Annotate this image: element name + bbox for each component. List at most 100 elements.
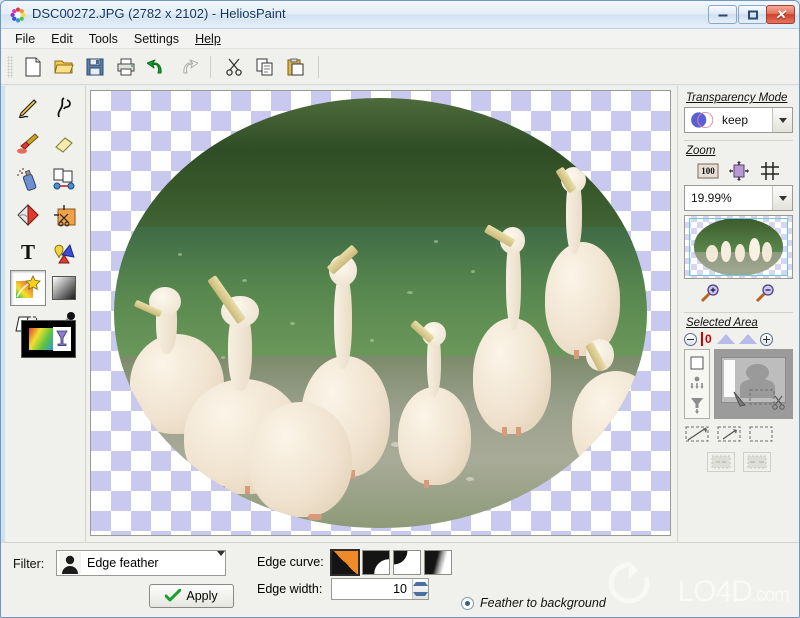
redo-icon[interactable] [172,52,203,82]
edge-width-label: Edge width: [257,582,323,596]
menu-item-help[interactable]: Help [187,30,229,48]
tool-palette: T [1,86,86,542]
new-file-icon[interactable] [17,52,48,82]
fit-to-window-icon[interactable] [725,160,753,182]
decrease-button[interactable] [684,332,697,346]
apply-button[interactable]: Apply [149,584,234,608]
sa-add-icon[interactable] [686,373,708,394]
toolbar-grip[interactable] [7,55,13,78]
filter-label: Filter: [13,557,45,571]
chevron-down-icon-zoom[interactable] [772,186,792,210]
menu-item-edit[interactable]: Edit [43,30,81,48]
zoom-in-icon[interactable] [694,283,728,305]
sa-replace-icon[interactable] [686,352,708,373]
menu-bar: File Edit Tools Settings Help [1,29,799,49]
transparency-mode-title: Transparency Mode [686,92,788,104]
selected-area-stepper: 0 [684,332,793,346]
grid-icon[interactable] [756,160,784,182]
copy-icon[interactable] [249,52,280,82]
sa-shrink-icon[interactable] [706,452,735,472]
sa-invert-icon[interactable] [684,424,712,444]
edge-width-stepper[interactable] [412,579,428,599]
eraser-tool[interactable] [46,126,82,162]
zoom-level-select[interactable]: 19.99% [684,185,793,211]
undo-icon[interactable] [141,52,172,82]
menu-item-file[interactable]: File [7,30,43,48]
curve-ease-out[interactable] [362,550,390,575]
apply-label: Apply [186,589,218,603]
main-toolbar [1,49,799,85]
close-button[interactable]: ✕ [766,5,795,24]
menu-item-tools[interactable]: Tools [81,30,126,48]
cut-icon[interactable] [218,52,249,82]
edge-curve-options [330,549,452,576]
transparency-mode-value: keep [722,113,749,127]
crop-cut-tool[interactable] [46,198,82,234]
paintbrush-tool[interactable] [10,126,46,162]
person-silhouette-icon [59,552,81,574]
toolbar-separator [210,55,211,78]
overlap-circles-icon [691,111,714,129]
gradient-fill-tool[interactable] [10,198,46,234]
shapes-tool[interactable] [46,234,82,270]
clone-stamp-tool[interactable] [46,162,82,198]
text-tool[interactable]: T [10,234,46,270]
gradient-tool[interactable] [46,270,82,306]
thumbnail-viewport-rect [689,218,788,276]
radio-label-1: Feather to background [480,596,606,610]
effects-wand-tool[interactable] [10,270,46,306]
image-content [114,97,647,529]
brush-stroke-tool[interactable] [46,90,82,126]
toolbar-separator-2 [318,55,319,78]
chevron-down-icon-filter[interactable] [217,551,225,575]
radio-feather-to-background[interactable]: Feather to background [461,596,606,610]
green-check-icon [165,589,182,602]
application-window: DSC00272.JPG (2782 x 2102) - HeliosPaint… [0,0,800,618]
zoom-out-icon[interactable] [749,283,783,305]
filter-select[interactable]: Edge feather [56,550,226,576]
color-swatch[interactable] [21,320,76,358]
curve-s[interactable] [424,550,452,575]
workspace: T Transparency Mode keep Zoom 100 19.99%… [1,86,799,542]
edge-curve-label: Edge curve: [257,555,324,569]
print-icon[interactable] [110,52,141,82]
maximize-button[interactable] [738,5,767,24]
zoom-magnifier-row [684,283,793,305]
save-icon[interactable] [79,52,110,82]
zoom-preview-thumbnail[interactable] [684,215,793,279]
divider-2 [684,312,793,313]
sa-selectall-icon[interactable] [748,424,776,444]
paste-icon[interactable] [280,52,311,82]
curve-ease-in[interactable] [393,550,421,575]
selected-area-extra-row [684,452,793,472]
layer-marker-icon [716,334,735,344]
zoom-title: Zoom [686,145,716,157]
selected-area-preview[interactable] [714,349,793,419]
menu-item-settings[interactable]: Settings [126,30,187,48]
layer-marker-icon-2 [738,334,757,344]
stepper-down[interactable] [413,589,428,599]
window-title: DSC00272.JPG (2782 x 2102) - HeliosPaint [32,6,286,21]
stepper-up[interactable] [413,579,428,589]
pencil-tool[interactable] [10,90,46,126]
radio-button-1[interactable] [461,596,474,610]
right-panel: Transparency Mode keep Zoom 100 19.99% S… [677,86,799,542]
edge-width-value: 10 [393,582,407,596]
edge-width-input[interactable]: 10 [331,578,429,600]
sa-deselect-icon[interactable] [716,424,744,444]
selected-area-title: Selected Area [686,317,758,329]
zoom-100-icon[interactable]: 100 [694,160,722,182]
image-canvas[interactable] [90,90,671,536]
curve-linear[interactable] [330,549,360,576]
sa-grow-icon[interactable] [742,452,771,472]
spray-can-tool[interactable] [10,162,46,198]
chevron-down-icon[interactable] [772,108,792,132]
color-wheel-icon [10,7,26,23]
zoom-level-value: 19.99% [691,191,732,205]
canvas-area [86,86,677,542]
increase-button[interactable] [759,332,773,346]
transparency-mode-select[interactable]: keep [684,107,793,133]
open-file-icon[interactable] [48,52,79,82]
sa-subtract-icon[interactable] [686,394,708,415]
minimize-button[interactable] [708,5,737,24]
